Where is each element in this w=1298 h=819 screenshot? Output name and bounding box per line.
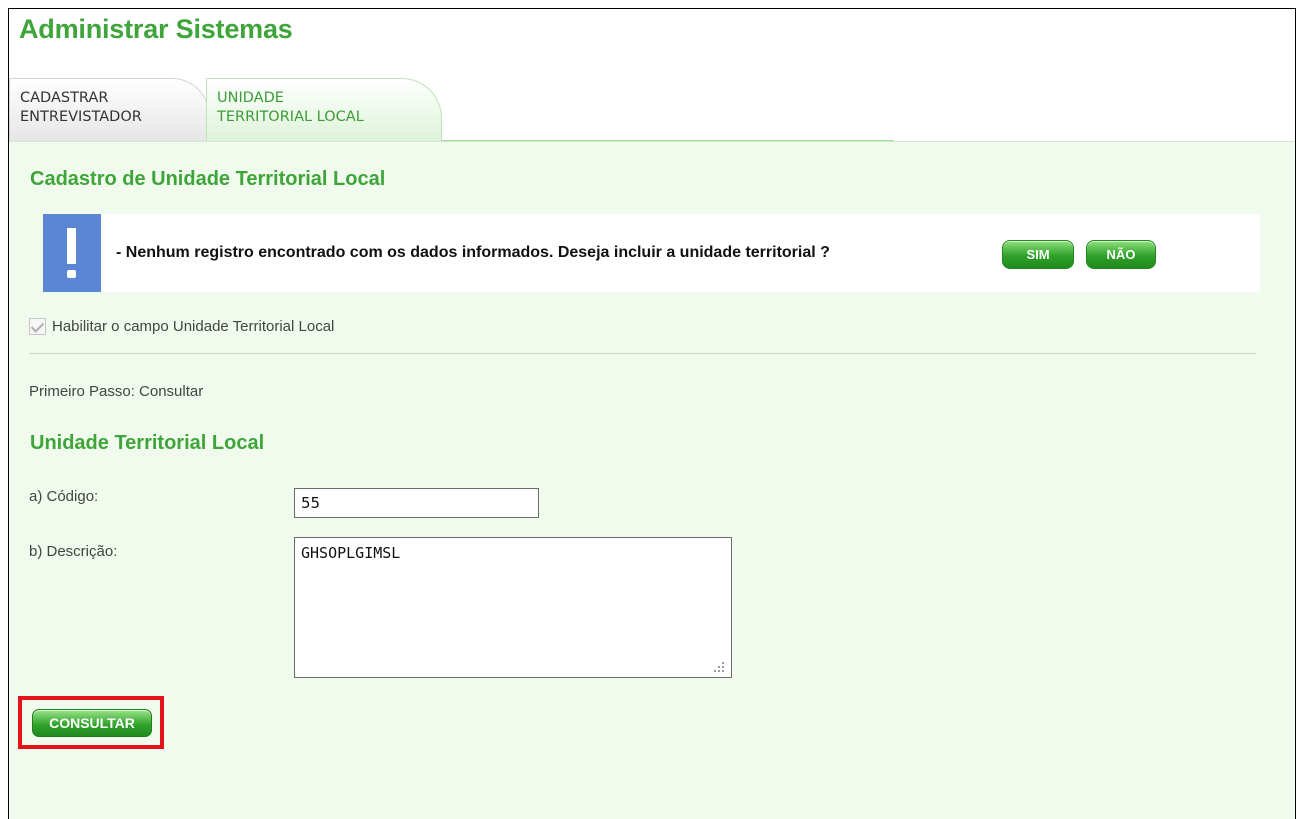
divider — [29, 353, 1256, 354]
codigo-input[interactable] — [294, 488, 539, 518]
tab-label-line2: ENTREVISTADOR — [20, 109, 142, 125]
form-title: Unidade Territorial Local — [30, 432, 265, 454]
alert-message: - Nenhum registro encontrado com os dado… — [116, 244, 830, 261]
tab-label-line1: CADASTRAR — [20, 90, 109, 106]
enable-field-row: Habilitar o campo Unidade Territorial Lo… — [29, 318, 334, 335]
codigo-label: a) Código: — [29, 488, 99, 505]
nao-button[interactable]: NÃO — [1086, 240, 1156, 269]
tab-cadastrar-entrevistador[interactable]: CADASTRAR ENTREVISTADOR — [9, 78, 210, 141]
sim-button[interactable]: SIM — [1002, 240, 1074, 269]
tab-unidade-territorial-local[interactable]: UNIDADE TERRITORIAL LOCAL — [206, 78, 442, 141]
alert-box: - Nenhum registro encontrado com os dado… — [43, 214, 1260, 292]
tab-label-line1: UNIDADE — [217, 90, 284, 106]
enable-field-label: Habilitar o campo Unidade Territorial Lo… — [52, 318, 335, 335]
descricao-textarea[interactable]: GHSOPLGIMSL — [294, 537, 732, 678]
page-title: Administrar Sistemas — [19, 14, 293, 44]
section-title: Cadastro de Unidade Territorial Local — [30, 168, 386, 190]
consultar-highlight: CONSULTAR — [18, 696, 164, 749]
descricao-label: b) Descrição: — [29, 543, 118, 560]
consultar-button[interactable]: CONSULTAR — [32, 709, 152, 737]
exclamation-icon — [43, 214, 101, 292]
step-label: Primeiro Passo: Consultar — [29, 383, 204, 400]
resize-grip-icon[interactable] — [712, 660, 726, 674]
tab-label-line2: TERRITORIAL LOCAL — [217, 109, 364, 125]
enable-field-checkbox[interactable] — [29, 318, 46, 335]
